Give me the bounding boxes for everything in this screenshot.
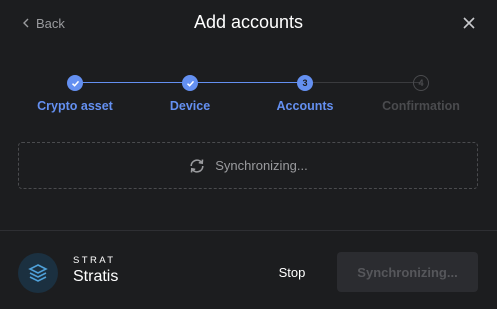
step-connector	[190, 82, 305, 83]
step-connector	[75, 82, 190, 83]
step-label-crypto-asset: Crypto asset	[37, 99, 113, 113]
step-label-accounts: Accounts	[276, 99, 334, 113]
step-3-indicator: 3	[297, 75, 313, 91]
sync-status-box: Synchronizing...	[18, 142, 478, 189]
stratis-coin-icon	[18, 253, 58, 293]
step-label-confirmation: Confirmation	[382, 99, 460, 113]
currency-ticker: STRAT	[73, 255, 116, 266]
modal-title: Add accounts	[193, 12, 304, 32]
step-4-indicator: 4	[413, 75, 429, 91]
stop-button[interactable]: Stop	[262, 252, 322, 292]
progress-stepper: 3 4 Crypto asset Device Accounts Confirm…	[0, 72, 497, 116]
sync-spinner-icon	[190, 158, 204, 173]
synchronizing-button[interactable]: Synchronizing...	[337, 252, 478, 292]
step-label-device: Device	[169, 99, 211, 113]
step-connector	[305, 82, 421, 83]
add-accounts-modal: Back Add accounts 3 4 Crypto asset Devic…	[0, 0, 497, 309]
step-1-check-icon	[67, 75, 83, 91]
modal-footer: STRAT Stratis Stop Synchronizing...	[0, 231, 497, 309]
step-2-check-icon	[182, 75, 198, 91]
currency-name: Stratis	[73, 268, 119, 285]
sync-message: Synchronizing...	[215, 158, 308, 173]
close-icon[interactable]	[462, 16, 476, 30]
